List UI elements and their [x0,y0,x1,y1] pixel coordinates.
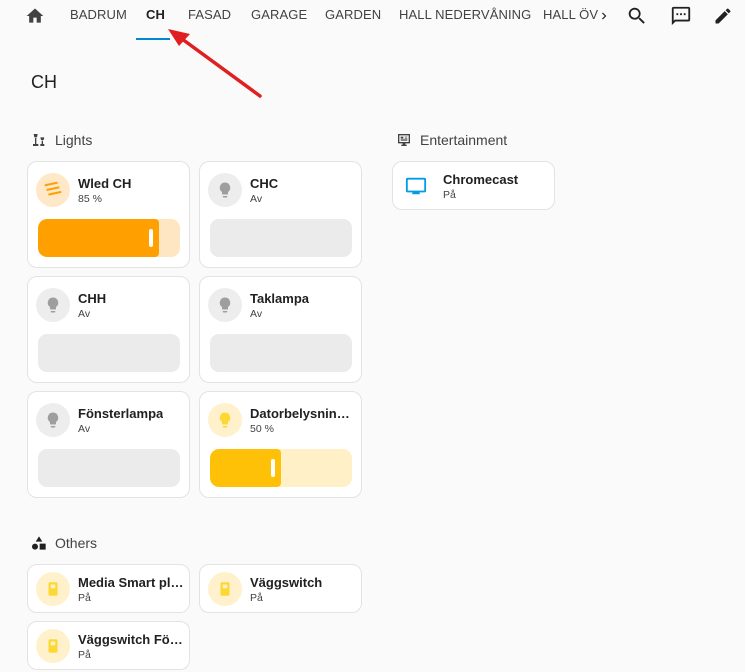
section-header-entertainment: Entertainment [396,132,507,148]
tab-garage[interactable]: GARAGE [251,0,307,32]
entity-name: CHH [78,291,107,306]
section-header-lights: Lights [31,132,92,148]
entity-name: CHC [250,176,279,191]
entity-state: På [78,592,91,604]
light-switch-icon[interactable] [36,629,70,663]
entity-state: 85 % [78,193,102,205]
entity-name: Chromecast [443,172,519,187]
light-card-chh[interactable]: CHH Av [27,276,190,383]
entity-state: På [250,592,263,604]
tab-hall-nedervaning[interactable]: HALL NEDERVÅNING [399,0,531,32]
slider-handle[interactable] [149,229,153,247]
lightbulb-icon[interactable] [36,288,70,322]
section-title: Others [55,535,98,551]
tab-hall-ov[interactable]: HALL ÖV [543,0,598,32]
active-tab-indicator [136,38,170,40]
entity-state: Av [250,193,263,205]
light-card-wled-ch[interactable]: Wled CH 85 % [27,161,190,268]
television-guide-icon [396,132,412,148]
television-icon[interactable] [399,169,433,203]
search-icon[interactable] [625,4,649,28]
entity-state: Av [78,308,91,320]
top-app-bar: BADRUM CH FASAD GARAGE GARDEN HALL NEDER… [0,0,745,32]
switch-card-vaggswitch-fonster[interactable]: Väggswitch Fön... På [27,621,190,670]
brightness-slider[interactable] [38,219,180,257]
entity-name: Väggswitch Fön... [78,632,184,647]
entity-state: På [78,649,91,661]
switch-card-media-smart-plug[interactable]: Media Smart plug På [27,564,190,613]
brightness-slider[interactable] [38,334,180,372]
entity-name: Taklampa [250,291,310,306]
entity-state: Av [78,423,91,435]
lightbulb-icon[interactable] [208,403,242,437]
chevron-right-icon[interactable] [596,6,612,26]
slider-fill [38,219,159,257]
slider-handle[interactable] [271,459,275,477]
home-icon[interactable] [24,5,46,27]
entity-name: Fönsterlampa [78,406,164,421]
brightness-slider[interactable] [210,449,352,487]
entity-name: Wled CH [78,176,132,191]
light-card-taklampa[interactable]: Taklampa Av [199,276,362,383]
power-socket-icon[interactable] [36,572,70,606]
pencil-edit-icon[interactable] [711,4,735,28]
section-title: Lights [55,132,93,148]
brightness-slider[interactable] [38,449,180,487]
entity-state: På [443,189,456,201]
light-card-fonsterlampa[interactable]: Fönsterlampa Av [27,391,190,498]
view-tabs: BADRUM CH FASAD GARAGE GARDEN HALL NEDER… [58,0,603,32]
tab-fasad[interactable]: FASAD [188,0,231,32]
entity-state: Av [250,308,263,320]
light-card-chc[interactable]: CHC Av [199,161,362,268]
tab-garden[interactable]: GARDEN [325,0,381,32]
entity-name: Väggswitch [250,575,323,590]
section-title: Entertainment [420,132,508,148]
brightness-slider[interactable] [210,334,352,372]
led-strip-icon[interactable] [36,173,70,207]
light-card-datorbelysning[interactable]: Datorbelysning ... 50 % [199,391,362,498]
page-title: CH [31,72,57,92]
tab-badrum[interactable]: BADRUM [70,0,127,32]
entity-name: Media Smart plug [78,575,184,590]
section-header-others: Others [31,535,97,551]
light-switch-icon[interactable] [208,572,242,606]
entity-name: Datorbelysning ... [250,406,356,421]
annotation-arrow-icon [168,29,262,98]
brightness-slider[interactable] [210,219,352,257]
lightbulb-icon[interactable] [208,173,242,207]
switch-card-vaggswitch[interactable]: Väggswitch På [199,564,362,613]
shapes-icon [31,535,47,551]
assist-chat-icon[interactable] [669,4,693,28]
lamps-icon [31,132,47,148]
media-card-chromecast[interactable]: Chromecast På [392,161,555,210]
entity-state: 50 % [250,423,274,435]
tab-ch[interactable]: CH [146,0,165,32]
lightbulb-icon[interactable] [208,288,242,322]
lightbulb-icon[interactable] [36,403,70,437]
